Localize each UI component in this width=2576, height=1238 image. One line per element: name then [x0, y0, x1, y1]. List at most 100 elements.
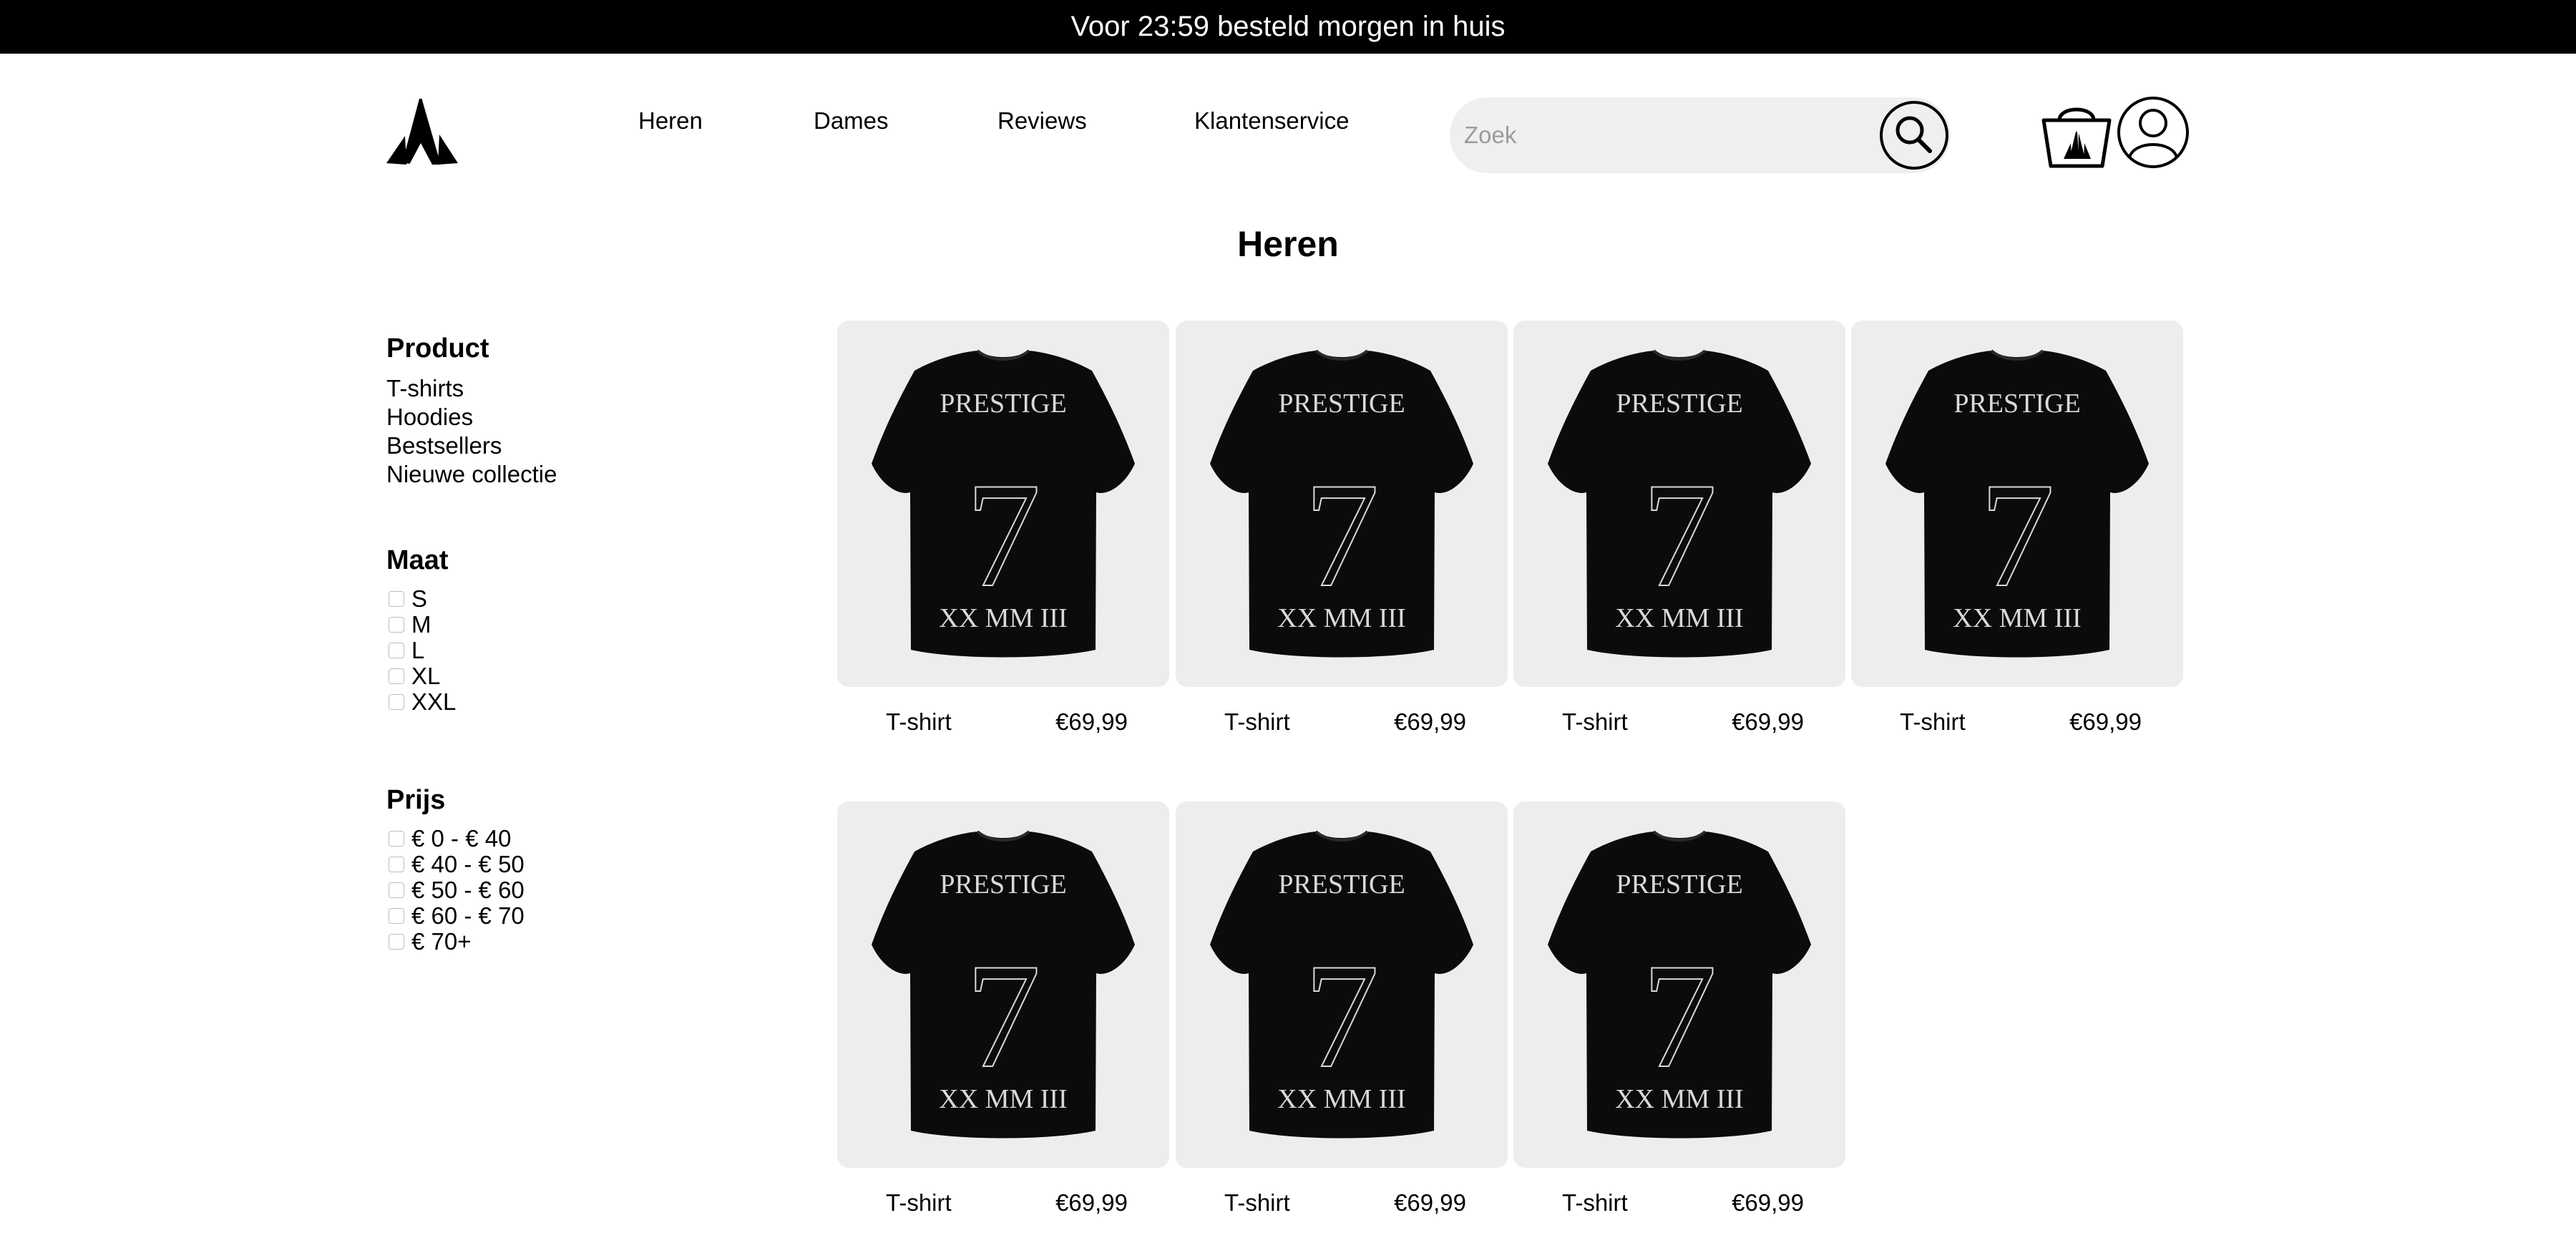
shirt-print-bottom: XX MM III — [1615, 1084, 1743, 1114]
size-option-xxl[interactable]: XXL — [386, 688, 456, 715]
account-button[interactable] — [2117, 96, 2190, 169]
size-checkbox[interactable] — [389, 643, 404, 658]
search-button[interactable] — [1879, 100, 1949, 170]
price-option-label: € 60 - € 70 — [411, 902, 525, 929]
product-name[interactable]: T-shirt — [1900, 708, 1966, 736]
price-option-60-70[interactable]: € 60 - € 70 — [386, 902, 525, 929]
shirt-print-top: PRESTIGE — [1616, 869, 1742, 900]
shirt-print-bottom: XX MM III — [1615, 603, 1743, 633]
filter-link-bestsellers[interactable]: Bestsellers — [386, 432, 557, 460]
product-price: €69,99 — [1394, 708, 1466, 735]
size-option-label: L — [411, 637, 425, 663]
size-option-xl[interactable]: XL — [386, 663, 456, 689]
product-card[interactable]: PRESTIGE 7 XX MM III T-shirt €69,99 — [837, 321, 1169, 743]
price-option-label: € 40 - € 50 — [411, 851, 525, 877]
search-input[interactable] — [1464, 97, 1865, 173]
product-price: €69,99 — [1732, 1189, 1804, 1216]
price-option-label: € 50 - € 60 — [411, 877, 525, 903]
product-card[interactable]: PRESTIGE 7 XX MM III T-shirt €69,99 — [1513, 321, 1845, 743]
shirt-print-number: 7 — [1980, 452, 2055, 618]
nav-reviews[interactable]: Reviews — [997, 107, 1087, 135]
product-image[interactable]: PRESTIGE 7 XX MM III — [1851, 321, 2183, 687]
price-checkbox[interactable] — [389, 831, 404, 847]
product-name[interactable]: T-shirt — [886, 708, 952, 736]
product-name[interactable]: T-shirt — [886, 1189, 952, 1217]
price-checkbox[interactable] — [389, 882, 404, 898]
shirt-print-top: PRESTIGE — [1278, 389, 1405, 419]
filter-link-nieuwe-collectie[interactable]: Nieuwe collectie — [386, 460, 557, 489]
product-name[interactable]: T-shirt — [1224, 708, 1290, 736]
product-info: T-shirt €69,99 — [1513, 708, 1845, 743]
size-checkbox[interactable] — [389, 617, 404, 633]
product-name[interactable]: T-shirt — [1562, 708, 1628, 736]
basket-icon — [2041, 107, 2112, 168]
product-image[interactable]: PRESTIGE 7 XX MM III — [1513, 321, 1845, 687]
magnifier-icon — [1880, 101, 1948, 170]
product-price: €69,99 — [1055, 1189, 1128, 1216]
price-checkbox[interactable] — [389, 934, 404, 950]
product-info: T-shirt €69,99 — [1176, 708, 1508, 743]
shirt-print-top: PRESTIGE — [1953, 389, 2080, 419]
price-filter-heading: Prijs — [386, 785, 446, 815]
nav-klantenservice[interactable]: Klantenservice — [1194, 107, 1349, 135]
price-option-label: € 70+ — [411, 928, 472, 955]
product-image[interactable]: PRESTIGE 7 XX MM III — [837, 801, 1169, 1168]
size-filter: Maat S M L XL XXL — [386, 545, 456, 715]
nav-dames[interactable]: Dames — [814, 107, 889, 135]
shirt-print-bottom: XX MM III — [1277, 1084, 1405, 1114]
size-option-label: M — [411, 611, 431, 638]
product-image[interactable]: PRESTIGE 7 XX MM III — [837, 321, 1169, 687]
nav-heren[interactable]: Heren — [638, 107, 703, 135]
price-checkbox[interactable] — [389, 857, 404, 872]
shirt-print-number: 7 — [966, 452, 1041, 618]
size-checkbox[interactable] — [389, 591, 404, 607]
size-option-label: XL — [411, 663, 441, 689]
price-option-50-60[interactable]: € 50 - € 60 — [386, 877, 525, 903]
product-price: €69,99 — [1394, 1189, 1466, 1216]
shirt-print-top: PRESTIGE — [1616, 389, 1742, 419]
shirt-print-top: PRESTIGE — [1278, 869, 1405, 900]
shirt-print-number: 7 — [1304, 452, 1380, 618]
product-card[interactable]: PRESTIGE 7 XX MM III T-shirt €69,99 — [1513, 801, 1845, 1224]
price-option-40-50[interactable]: € 40 - € 50 — [386, 851, 525, 877]
shirt-print-bottom: XX MM III — [939, 603, 1067, 633]
user-icon — [2117, 97, 2189, 168]
product-price: €69,99 — [1732, 708, 1804, 735]
price-filter: Prijs € 0 - € 40 € 40 - € 50 € 50 - € 60… — [386, 785, 525, 955]
product-filter-heading: Product — [386, 333, 489, 364]
product-card[interactable]: PRESTIGE 7 XX MM III T-shirt €69,99 — [1176, 801, 1508, 1224]
t-shirt-image: PRESTIGE 7 XX MM III — [1210, 349, 1473, 658]
product-image[interactable]: PRESTIGE 7 XX MM III — [1513, 801, 1845, 1168]
size-option-s[interactable]: S — [386, 585, 456, 612]
product-name[interactable]: T-shirt — [1562, 1189, 1628, 1217]
shirt-print-number: 7 — [1642, 452, 1717, 618]
t-shirt-image: PRESTIGE 7 XX MM III — [1548, 830, 1811, 1139]
price-option-0-40[interactable]: € 0 - € 40 — [386, 825, 525, 852]
t-shirt-image: PRESTIGE 7 XX MM III — [1548, 349, 1811, 658]
announcement-bar: Voor 23:59 besteld morgen in huis — [0, 0, 2576, 54]
filter-link-t-shirts[interactable]: T-shirts — [386, 374, 557, 403]
t-shirt-image: PRESTIGE 7 XX MM III — [872, 349, 1135, 658]
size-option-m[interactable]: M — [386, 611, 456, 638]
search-bar — [1450, 97, 1951, 173]
page-title: Heren — [1237, 224, 1339, 264]
product-card[interactable]: PRESTIGE 7 XX MM III T-shirt €69,99 — [1176, 321, 1508, 743]
price-option-70-plus[interactable]: € 70+ — [386, 928, 525, 955]
brand-logo-icon[interactable] — [385, 99, 459, 167]
filter-link-hoodies[interactable]: Hoodies — [386, 403, 557, 432]
size-checkbox[interactable] — [389, 668, 404, 684]
price-checkbox[interactable] — [389, 908, 404, 924]
cart-button[interactable] — [2041, 100, 2112, 169]
product-card[interactable]: PRESTIGE 7 XX MM III T-shirt €69,99 — [1851, 321, 2183, 743]
product-name[interactable]: T-shirt — [1224, 1189, 1290, 1217]
product-card[interactable]: PRESTIGE 7 XX MM III T-shirt €69,99 — [837, 801, 1169, 1224]
product-info: T-shirt €69,99 — [837, 1189, 1169, 1224]
product-image[interactable]: PRESTIGE 7 XX MM III — [1176, 321, 1508, 687]
t-shirt-image: PRESTIGE 7 XX MM III — [872, 830, 1135, 1139]
shirt-print-bottom: XX MM III — [939, 1084, 1067, 1114]
size-option-l[interactable]: L — [386, 637, 456, 663]
product-image[interactable]: PRESTIGE 7 XX MM III — [1176, 801, 1508, 1168]
product-info: T-shirt €69,99 — [837, 708, 1169, 743]
shirt-print-bottom: XX MM III — [1277, 603, 1405, 633]
size-checkbox[interactable] — [389, 694, 404, 710]
